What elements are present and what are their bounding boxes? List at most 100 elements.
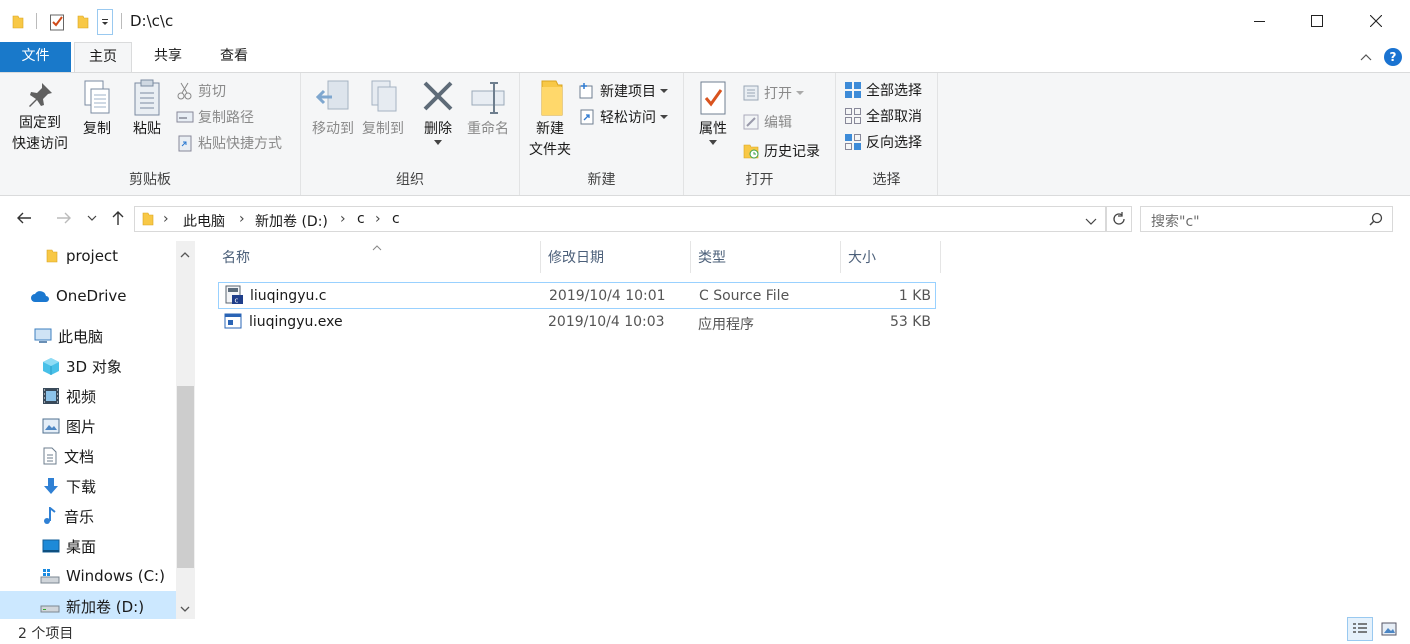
select-none-label: 全部取消 (866, 109, 922, 125)
svg-text:c: c (235, 297, 239, 305)
select-all-button[interactable]: 全部选择 (844, 78, 922, 102)
properties-button[interactable]: 属性 (692, 79, 734, 148)
select-none-icon (845, 108, 861, 124)
new-group: 新建 文件夹 新建项目 轻松访问 新建 (520, 73, 684, 195)
breadcrumb-separator[interactable]: › (340, 211, 346, 227)
file-row[interactable]: liuqingyu.exe 2019/10/4 10:03 应用程序 53 KB (218, 309, 936, 336)
nav-item-this-pc[interactable]: 此电脑 (0, 321, 176, 351)
delete-label: 删除 (424, 121, 452, 137)
tab-view[interactable]: 查看 (204, 42, 264, 72)
nav-item-desktop[interactable]: 桌面 (0, 531, 176, 561)
easy-access-button[interactable]: 轻松访问 (578, 105, 673, 129)
c-source-file-icon: c (224, 285, 244, 309)
rename-button[interactable]: 重命名 (463, 79, 513, 140)
video-film-icon (43, 388, 59, 404)
breadcrumb-separator[interactable]: › (163, 211, 169, 227)
nav-item-videos[interactable]: 视频 (0, 381, 176, 411)
address-history-chevron-icon[interactable] (1085, 214, 1097, 230)
search-input[interactable]: 搜索"c" (1151, 211, 1200, 231)
properties-icon (700, 81, 726, 115)
pin-label-line2: 快速访问 (12, 136, 68, 152)
copy-to-button[interactable]: 复制到 (355, 79, 411, 140)
collapse-ribbon-icon[interactable] (1358, 49, 1374, 65)
music-note-icon (44, 507, 56, 524)
up-button[interactable] (106, 206, 130, 230)
pin-quick-access-button[interactable]: 固定到 快速访问 (8, 79, 72, 155)
move-to-button[interactable]: 移动到 (305, 79, 361, 140)
minimize-button[interactable] (1230, 0, 1290, 42)
invert-selection-button[interactable]: 反向选择 (844, 130, 922, 154)
file-modified: 2019/10/4 10:03 (548, 314, 665, 330)
paste-shortcut-button[interactable]: 粘贴快捷方式 (176, 131, 282, 155)
nav-item-label: 3D 对象 (66, 357, 122, 376)
edit-button[interactable]: 编辑 (742, 110, 792, 134)
large-icons-view-button[interactable] (1376, 617, 1402, 641)
breadcrumb-separator[interactable]: › (239, 211, 245, 227)
address-bar[interactable]: › 此电脑 › 新加卷 (D:) › c › c (134, 206, 1106, 232)
select-none-button[interactable]: 全部取消 (844, 104, 922, 128)
new-folder-quick-icon[interactable] (73, 11, 93, 33)
breadcrumb-separator[interactable]: › (375, 211, 381, 227)
details-view-button[interactable] (1347, 617, 1373, 641)
breadcrumb-folder-c-current[interactable]: c (392, 211, 400, 227)
nav-item-3d-objects[interactable]: 3D 对象 (0, 351, 176, 381)
properties-quick-icon[interactable] (47, 11, 67, 33)
open-button[interactable]: 打开 (742, 81, 809, 105)
new-folder-icon (541, 80, 563, 116)
paste-shortcut-icon (178, 135, 192, 152)
column-header-name[interactable]: 名称 (214, 244, 540, 272)
column-header-size[interactable]: 大小 (840, 244, 940, 272)
pin-label-line1: 固定到 (19, 115, 61, 131)
nav-item-pictures[interactable]: 图片 (0, 411, 176, 441)
nav-item-label: Windows (C:) (66, 567, 165, 585)
scroll-down-icon[interactable] (180, 601, 190, 617)
forward-button[interactable] (52, 206, 76, 230)
item-count: 2 个项目 (18, 626, 74, 642)
search-icon[interactable] (1369, 212, 1383, 230)
breadcrumb-folder-c[interactable]: c (357, 211, 365, 227)
file-row[interactable]: c liuqingyu.c 2019/10/4 10:01 C Source F… (218, 282, 936, 309)
nav-item-drive-d[interactable]: 新加卷 (D:) (0, 591, 176, 621)
maximize-button[interactable] (1287, 0, 1347, 42)
help-icon[interactable]: ? (1384, 48, 1402, 66)
copy-button[interactable]: 复制 (76, 79, 118, 140)
breadcrumb-this-pc[interactable]: 此电脑 (183, 211, 225, 231)
cut-button[interactable]: 剪切 (176, 79, 226, 103)
ribbon: 固定到 快速访问 复制 粘贴 剪切 复制路径 粘贴快捷方式 剪贴板 移动到 复制… (0, 72, 1410, 196)
new-folder-label-line1: 新建 (536, 121, 564, 137)
nav-item-music[interactable]: 音乐 (0, 501, 176, 531)
scissors-icon (177, 82, 192, 100)
folder-icon (8, 11, 28, 33)
close-button[interactable] (1346, 0, 1406, 42)
search-box[interactable]: 搜索"c" (1140, 206, 1393, 232)
new-group-label: 新建 (587, 172, 616, 188)
nav-scrollbar-thumb[interactable] (177, 386, 194, 568)
recent-locations-button[interactable] (82, 206, 102, 230)
scroll-up-icon[interactable] (180, 247, 190, 263)
column-divider[interactable] (940, 241, 941, 273)
folder-icon (46, 249, 58, 263)
refresh-button[interactable] (1106, 206, 1132, 232)
copy-path-button[interactable]: 复制路径 (176, 105, 254, 129)
tab-share[interactable]: 共享 (138, 42, 198, 72)
history-button[interactable]: 历史记录 (742, 139, 820, 163)
nav-item-onedrive[interactable]: OneDrive (0, 281, 176, 311)
nav-item-documents[interactable]: 文档 (0, 441, 176, 471)
new-item-button[interactable]: 新建项目 (578, 79, 673, 103)
nav-item-drive-c[interactable]: Windows (C:) (0, 561, 176, 591)
column-header-modified[interactable]: 修改日期 (540, 244, 690, 272)
computer-icon (34, 328, 52, 343)
tab-home[interactable]: 主页 (74, 42, 132, 73)
delete-button[interactable]: 删除 (417, 79, 459, 148)
column-header-type[interactable]: 类型 (690, 244, 840, 272)
customize-quick-access-icon[interactable] (97, 9, 113, 35)
file-type: 应用程序 (698, 317, 754, 333)
new-folder-button[interactable]: 新建 文件夹 (524, 79, 576, 161)
back-button[interactable] (12, 206, 36, 230)
tab-file[interactable]: 文件 (0, 42, 71, 72)
paste-button[interactable]: 粘贴 (126, 79, 168, 140)
nav-item-project[interactable]: project (0, 241, 176, 271)
nav-item-downloads[interactable]: 下载 (0, 471, 176, 501)
windows-drive-icon (40, 569, 60, 584)
breadcrumb-drive-d[interactable]: 新加卷 (D:) (255, 211, 328, 231)
